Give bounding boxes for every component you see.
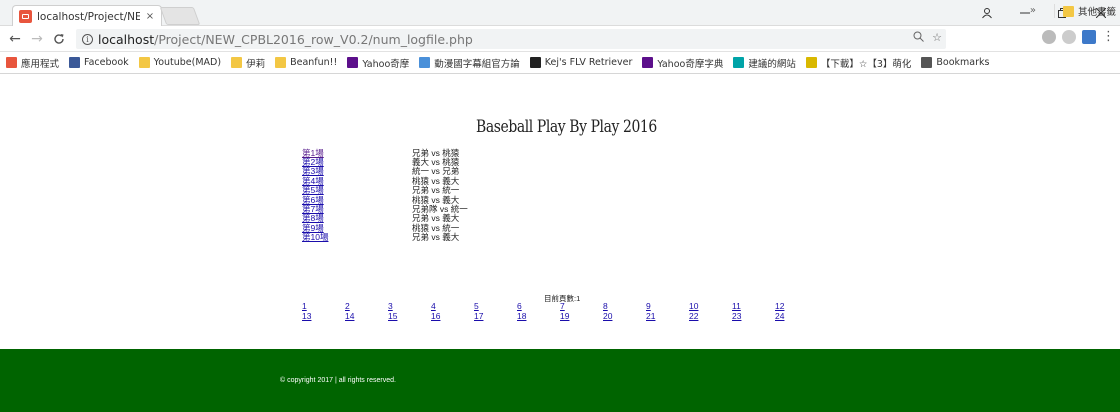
game-row: 第10場 兄弟 vs 義大 (302, 231, 468, 243)
bing-icon (733, 57, 745, 68)
bookmark-label: Youtube(MAD) (153, 57, 222, 68)
page-link[interactable]: 14 (345, 311, 388, 322)
page-link[interactable]: 17 (474, 311, 517, 322)
bookmark-label: 動漫國字幕組官方論 (434, 58, 520, 70)
extension-icon[interactable] (1042, 29, 1056, 44)
page-link[interactable]: 20 (603, 311, 646, 322)
bookmark-label: Bookmarks (936, 57, 990, 68)
extension-icons: ⋮ (1042, 29, 1120, 44)
game-list: 第1場 兄弟 vs 桃猿 第2場 義大 vs 桃猿 第3場 統一 vs 兄弟 第4場 桃猿 v… (302, 148, 468, 243)
footer: © copyright 2017 | all rights reserved. (0, 349, 1120, 412)
url-text: localhost/Project/NEW_CPBL2016_row_V0.2/… (98, 32, 473, 47)
extension-icon[interactable] (1062, 29, 1076, 44)
browser-tab[interactable]: localhost/Project/NEW × (12, 5, 162, 27)
bookmark-label: 建議的網站 (748, 58, 796, 70)
tab-title: localhost/Project/NEW (37, 10, 140, 23)
back-icon[interactable]: ← (8, 31, 22, 47)
browser-toolbar: ← → i localhost/Project/NEW_CPBL2016_row… (0, 26, 1120, 52)
page-link[interactable]: 16 (431, 311, 474, 322)
page-link[interactable]: 21 (646, 311, 689, 322)
bookmark-item[interactable]: 動漫國字幕組官方論 (419, 56, 520, 70)
bookmark-item[interactable]: Bookmarks (921, 57, 989, 68)
bookmark-item[interactable]: 伊莉 (231, 56, 265, 70)
bookmark-label: 【下載】☆【3】萌化 (820, 58, 912, 70)
yahoo-icon (642, 57, 654, 68)
info-icon[interactable]: i (82, 33, 93, 45)
title-bar: localhost/Project/NEW × (0, 0, 1120, 27)
bookmark-item[interactable]: Facebook (69, 57, 129, 68)
bookmark-item[interactable]: Yahoo奇摩 (347, 56, 409, 70)
bookmark-item[interactable]: 應用程式 (6, 56, 59, 70)
profile-icon[interactable] (968, 0, 1006, 26)
page-link[interactable]: 19 (560, 311, 603, 322)
folder-icon (1062, 5, 1074, 17)
folder-icon (231, 57, 243, 68)
site-icon (419, 57, 431, 68)
logo-text: Baseball Play By Play 2016 (476, 117, 657, 137)
facebook-icon (69, 57, 81, 68)
bookmark-item[interactable]: Beanfun!! (275, 57, 337, 68)
star-icon (921, 57, 933, 68)
yahoo-icon (347, 57, 359, 68)
bookmark-item[interactable]: Youtube(MAD) (138, 57, 222, 68)
other-bookmarks-label: 其他書籤 (1077, 7, 1116, 18)
game-link[interactable]: 第10場 (302, 231, 412, 243)
bookmark-item[interactable]: 【下載】☆【3】萌化 (805, 56, 912, 70)
bookmark-label: Yahoo奇摩 (362, 58, 410, 70)
other-bookmarks[interactable]: 其他書籤 (1053, 4, 1116, 18)
page-link[interactable]: 18 (517, 311, 560, 322)
tab-favicon-icon (19, 10, 32, 23)
folder-icon (138, 57, 150, 68)
new-tab-button[interactable] (159, 7, 201, 25)
bookmark-label: Facebook (84, 57, 129, 68)
reload-icon[interactable] (52, 31, 66, 47)
minimize-icon[interactable] (1006, 0, 1044, 26)
site-logo: Baseball Play By Play 2016 (474, 108, 657, 146)
bookmark-label: Yahoo奇摩字典 (657, 58, 724, 70)
page-link[interactable]: 13 (302, 311, 345, 322)
zoom-icon[interactable] (913, 31, 924, 45)
tab-close-icon[interactable]: × (145, 11, 155, 22)
k-icon (529, 57, 541, 68)
url-path: /Project/NEW_CPBL2016_row_V0.2/num_logfi… (154, 31, 473, 47)
page-link[interactable]: 23 (732, 311, 775, 322)
bookmark-star-icon[interactable]: ☆ (932, 31, 942, 45)
bookmark-item[interactable]: 建議的網站 (733, 56, 796, 70)
url-host: localhost (98, 31, 155, 47)
m-icon (805, 57, 817, 68)
more-bookmarks-icon[interactable]: » (1030, 5, 1036, 16)
game-matchup: 兄弟 vs 義大 (412, 232, 460, 243)
pagination: 1 2 3 4 5 6 7 8 9 10 11 12 13 14 15 16 17 18 19 20 21 22 23 24 (302, 301, 818, 322)
extension-icon[interactable] (1082, 29, 1096, 44)
bookmark-item[interactable]: Kej's FLV Retriever (529, 57, 633, 68)
bookmark-label: Kej's FLV Retriever (544, 57, 633, 68)
forward-icon[interactable]: → (30, 31, 44, 47)
address-bar[interactable]: i localhost/Project/NEW_CPBL2016_row_V0.… (76, 29, 946, 49)
bookmark-label: 伊莉 (246, 58, 266, 70)
page-link[interactable]: 15 (388, 311, 431, 322)
apps-grid-icon (6, 57, 17, 68)
copyright-text: © copyright 2017 | all rights reserved. (280, 377, 396, 384)
menu-dots-icon[interactable]: ⋮ (1102, 29, 1115, 44)
page-link[interactable]: 24 (775, 311, 818, 322)
bookmark-label: Beanfun!! (290, 57, 338, 68)
bookmark-label: 應用程式 (21, 58, 60, 70)
page-link[interactable]: 22 (689, 311, 732, 322)
bookmarks-bar: 應用程式 Facebook Youtube(MAD) 伊莉 Beanfun!! Yahoo… (0, 52, 1120, 74)
bookmark-item[interactable]: Yahoo奇摩字典 (642, 56, 723, 70)
folder-icon (275, 57, 287, 68)
